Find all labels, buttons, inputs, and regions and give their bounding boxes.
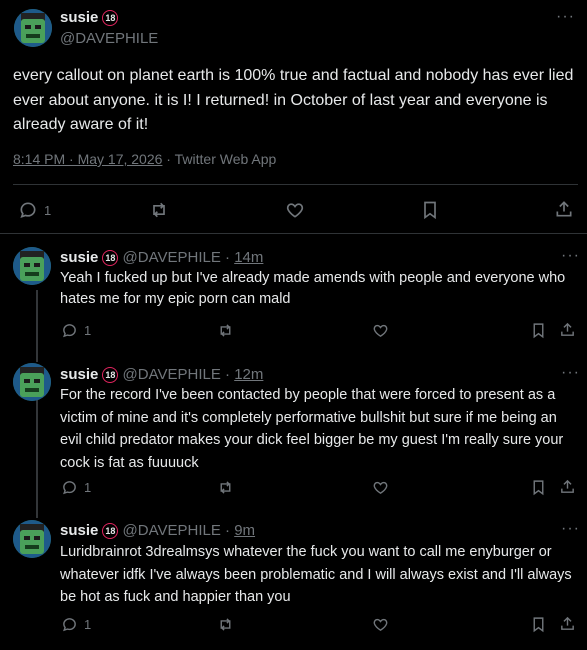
reply-icon xyxy=(61,479,78,496)
more-options-button[interactable]: ··· xyxy=(556,8,575,26)
header-separator: · xyxy=(225,366,231,383)
author-handle[interactable]: @DAVEPHILE xyxy=(123,249,221,266)
reply-button[interactable]: 1 xyxy=(61,616,91,633)
author-name-row: susie 18 xyxy=(60,9,119,27)
author-name[interactable]: susie xyxy=(60,366,98,383)
reply-text: Yeah I fucked up but I've already made a… xyxy=(60,270,566,307)
retweet-icon xyxy=(217,322,234,339)
divider xyxy=(13,184,578,185)
avatar[interactable] xyxy=(13,363,51,401)
author-handle[interactable]: @DAVEPHILE xyxy=(123,366,221,383)
author-handle[interactable]: @DAVEPHILE xyxy=(60,30,158,47)
share-icon xyxy=(559,321,576,338)
share-button[interactable] xyxy=(559,321,576,338)
bookmark-button[interactable] xyxy=(530,616,547,633)
avatar[interactable] xyxy=(13,247,51,285)
age-badge: 18 xyxy=(102,250,119,266)
like-button[interactable] xyxy=(285,200,305,220)
retweet-button[interactable] xyxy=(217,322,234,339)
reply-button[interactable]: 1 xyxy=(18,200,51,220)
author-name[interactable]: susie xyxy=(60,9,98,26)
share-button[interactable] xyxy=(554,199,574,219)
reply-header: susie 18 @DAVEPHILE · 9m xyxy=(60,522,255,539)
reply-icon xyxy=(61,616,78,633)
section-divider xyxy=(0,233,587,234)
age-badge: 18 xyxy=(102,10,119,26)
retweet-button[interactable] xyxy=(149,200,169,220)
retweet-button[interactable] xyxy=(217,616,234,633)
bookmark-icon xyxy=(530,616,547,633)
share-icon xyxy=(559,478,576,495)
age-badge: 18 xyxy=(102,367,119,383)
bookmark-icon xyxy=(530,322,547,339)
more-options-button[interactable]: ··· xyxy=(561,520,580,538)
bookmark-button[interactable] xyxy=(530,322,547,339)
reply-text: For the record I've been contacted by pe… xyxy=(60,387,564,471)
reply-button[interactable]: 1 xyxy=(61,479,91,496)
avatar[interactable] xyxy=(14,9,52,47)
reply-header: susie 18 @DAVEPHILE · 12m xyxy=(60,366,263,383)
tweet-meta: 8:14 PM · May 17, 2026 · Twitter Web App xyxy=(13,151,276,167)
reply-count: 1 xyxy=(84,480,92,495)
like-button[interactable] xyxy=(372,616,389,633)
more-options-button[interactable]: ··· xyxy=(561,364,580,382)
author-name[interactable]: susie xyxy=(60,249,98,266)
header-separator: · xyxy=(225,249,231,266)
bookmark-button[interactable] xyxy=(420,200,440,220)
reply-header: susie 18 @DAVEPHILE · 14m xyxy=(60,249,263,266)
heart-icon xyxy=(372,479,389,496)
heart-icon xyxy=(372,322,389,339)
meta-separator: · xyxy=(162,151,175,167)
more-options-button[interactable]: ··· xyxy=(561,247,580,265)
reply-count: 1 xyxy=(84,617,92,632)
author-handle[interactable]: @DAVEPHILE xyxy=(123,522,221,539)
reply-icon xyxy=(61,322,78,339)
heart-icon xyxy=(372,616,389,633)
reply-icon xyxy=(18,200,38,220)
retweet-icon xyxy=(217,479,234,496)
age-badge: 18 xyxy=(102,523,119,539)
share-icon xyxy=(559,615,576,632)
share-button[interactable] xyxy=(559,478,576,495)
heart-icon xyxy=(285,200,305,220)
bookmark-button[interactable] xyxy=(530,479,547,496)
reply-time[interactable]: 9m xyxy=(234,522,255,539)
thread-line xyxy=(36,398,38,518)
like-button[interactable] xyxy=(372,479,389,496)
reply-text: Luridbrainrot 3drealmsys whatever the fu… xyxy=(60,544,572,605)
reply-button[interactable]: 1 xyxy=(61,322,91,339)
reply-time[interactable]: 12m xyxy=(234,366,263,383)
retweet-icon xyxy=(149,200,169,220)
header-separator: · xyxy=(225,522,231,539)
bookmark-icon xyxy=(420,200,440,220)
tweet-timestamp[interactable]: 8:14 PM · May 17, 2026 xyxy=(13,151,162,167)
avatar[interactable] xyxy=(13,520,51,558)
bookmark-icon xyxy=(530,479,547,496)
share-button[interactable] xyxy=(559,615,576,632)
author-name[interactable]: susie xyxy=(60,522,98,539)
tweet-client: Twitter Web App xyxy=(174,151,277,167)
reply-count: 1 xyxy=(84,323,92,338)
like-button[interactable] xyxy=(372,322,389,339)
reply-count: 1 xyxy=(44,202,52,218)
share-icon xyxy=(554,199,574,219)
retweet-icon xyxy=(217,616,234,633)
thread-line xyxy=(36,290,38,362)
retweet-button[interactable] xyxy=(217,479,234,496)
tweet-text: every callout on planet earth is 100% tr… xyxy=(13,67,574,133)
reply-time[interactable]: 14m xyxy=(234,249,263,266)
